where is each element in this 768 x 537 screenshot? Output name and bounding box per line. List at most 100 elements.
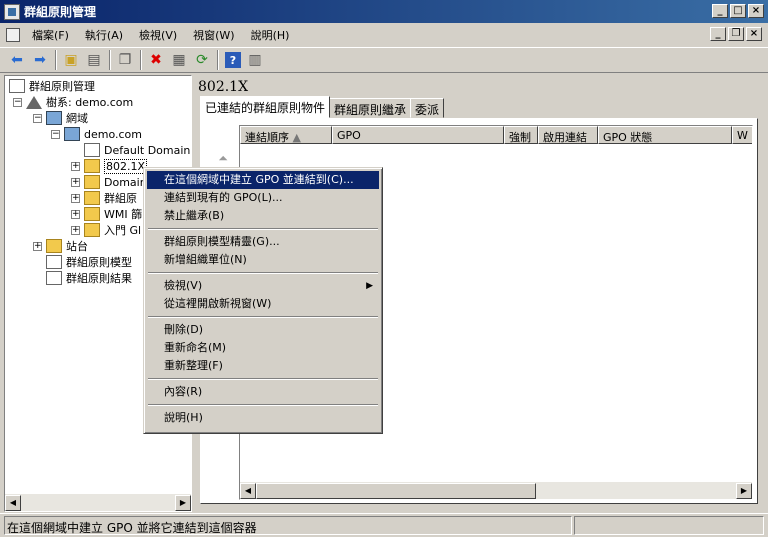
close-button[interactable]: × — [748, 4, 764, 18]
menu-modeling-wizard[interactable]: 群組原則模型精靈(G)... — [147, 233, 379, 251]
tree-node-wmi[interactable]: + WMI 篩 — [71, 206, 142, 222]
console-tree-icon[interactable]: ▤ — [83, 49, 105, 71]
tree-label: demo.com — [84, 127, 142, 141]
mdi-minimize-button[interactable]: _ — [710, 27, 726, 41]
tree-node-domains[interactable]: − 網域 — [33, 110, 88, 126]
tab-inheritance[interactable]: 群組原則繼承 — [329, 98, 412, 118]
tree-node-gpo-objects[interactable]: + 群組原 — [71, 190, 137, 206]
scroll-right-icon[interactable]: ▶ — [175, 494, 191, 511]
menu-file[interactable]: 檔案(F) — [24, 25, 77, 45]
context-menu: 在這個網域中建立 GPO 並連結到(C)... 連結到現有的 GPO(L)...… — [143, 167, 383, 434]
results-icon — [46, 271, 62, 285]
tree-node-8021x[interactable]: + 802.1X — [71, 158, 148, 174]
tree-label: 802.1X — [104, 158, 148, 174]
menu-window[interactable]: 視窗(W) — [185, 25, 242, 45]
menu-link-existing-gpo[interactable]: 連結到現有的 GPO(L)... — [147, 189, 379, 207]
tree-label: 群組原則結果 — [66, 272, 132, 285]
properties-icon[interactable]: ▦ — [168, 49, 190, 71]
menu-new-ou[interactable]: 新增組織單位(N) — [147, 251, 379, 269]
menu-separator — [148, 272, 378, 274]
starter-folder-icon — [84, 223, 100, 237]
menu-action[interactable]: 執行(A) — [77, 25, 131, 45]
menu-refresh[interactable]: 重新整理(F) — [147, 357, 379, 375]
scroll-right-icon[interactable]: ▶ — [736, 482, 752, 499]
gpmc-app-icon — [4, 3, 20, 20]
menu-separator — [148, 404, 378, 406]
ou-folder-icon — [84, 159, 100, 173]
tree-node-starter[interactable]: + 入門 Gl — [71, 222, 141, 238]
col-enforced[interactable]: 強制 — [504, 126, 538, 144]
tree-label: 群組原則管理 — [29, 80, 95, 93]
scroll-left-icon[interactable]: ◀ — [5, 494, 21, 511]
tree-node-domain-controllers[interactable]: + Domain — [71, 174, 147, 190]
console-icon — [6, 27, 20, 42]
ou-folder-icon — [84, 175, 100, 189]
menu-help[interactable]: 說明(H) — [147, 409, 379, 427]
scroll-thumb[interactable] — [256, 482, 536, 499]
tree-node-domain[interactable]: − demo.com — [51, 126, 142, 142]
wmi-folder-icon — [84, 207, 100, 221]
menu-delete[interactable]: 刪除(D) — [147, 321, 379, 339]
move-up-icon[interactable]: ⏶ — [213, 151, 233, 165]
back-arrow-icon[interactable]: ⬅ — [6, 49, 28, 71]
copy-icon[interactable]: ❐ — [114, 49, 136, 71]
view-icon[interactable]: ▥ — [244, 49, 266, 71]
up-folder-icon[interactable]: ▣ — [60, 49, 82, 71]
tree-label: 入門 Gl — [104, 224, 142, 237]
tree-node-root[interactable]: 群組原則管理 — [9, 78, 95, 94]
tree-node-sites[interactable]: + 站台 — [33, 238, 88, 254]
menu-block-inheritance[interactable]: 禁止繼承(B) — [147, 207, 379, 225]
collapse-icon[interactable]: − — [51, 129, 60, 139]
status-panel — [574, 516, 764, 535]
expand-icon[interactable]: + — [71, 225, 80, 235]
expand-icon[interactable]: + — [71, 209, 80, 219]
maximize-button[interactable]: □ — [730, 4, 746, 18]
menu-properties[interactable]: 內容(R) — [147, 383, 379, 401]
col-link-enabled[interactable]: 啟用連結 — [538, 126, 598, 144]
col-gpo[interactable]: GPO — [332, 126, 504, 144]
delete-icon[interactable]: ✖ — [145, 49, 167, 71]
tab-delegation[interactable]: 委派 — [410, 98, 445, 118]
expand-icon[interactable]: + — [71, 177, 80, 187]
col-link-order[interactable]: 連結順序 ▲ — [240, 126, 332, 144]
expand-icon[interactable]: + — [33, 241, 42, 251]
tree-label: 群組原 — [104, 192, 137, 205]
expand-icon[interactable]: + — [71, 193, 80, 203]
mdi-close-button[interactable]: × — [746, 27, 762, 41]
tree-node-default-policy[interactable]: Default Domain P — [84, 142, 191, 158]
menu-view[interactable]: 檢視(V) ▶ — [147, 277, 379, 295]
col-wmi[interactable]: W — [732, 126, 752, 144]
menu-view[interactable]: 檢視(V) — [131, 25, 185, 45]
details-title: 802.1X — [198, 79, 249, 95]
collapse-icon[interactable]: − — [13, 97, 22, 107]
tree-label: 網域 — [66, 112, 88, 125]
tree-node-modeling[interactable]: 群組原則模型 — [46, 254, 132, 270]
tree-label: Domain — [104, 175, 147, 189]
tree-label: 站台 — [66, 240, 88, 253]
tree-label: WMI 篩 — [104, 208, 143, 221]
list-horizontal-scrollbar[interactable]: ◀ ▶ — [240, 482, 752, 499]
menu-new-window[interactable]: 從這裡開啟新視窗(W) — [147, 295, 379, 313]
tree-node-forest[interactable]: − 樹系: demo.com — [13, 94, 133, 110]
scroll-left-icon[interactable]: ◀ — [240, 482, 256, 499]
menu-help[interactable]: 說明(H) — [243, 25, 298, 45]
list-header: 連結順序 ▲ GPO 強制 啟用連結 GPO 狀態 W — [240, 126, 752, 144]
gpmc-root-icon — [9, 79, 25, 93]
collapse-icon[interactable]: − — [33, 113, 42, 123]
refresh-icon[interactable]: ⟳ — [191, 49, 213, 71]
expand-icon[interactable]: + — [71, 161, 80, 171]
tree-node-results[interactable]: 群組原則結果 — [46, 270, 132, 286]
col-gpo-status[interactable]: GPO 狀態 — [598, 126, 732, 144]
forward-arrow-icon[interactable]: ➡ — [29, 49, 51, 71]
window-title: 群組原則管理 — [24, 5, 97, 19]
tab-linked-gpos[interactable]: 已連結的群組原則物件 — [200, 96, 331, 118]
help-icon[interactable]: ? — [225, 52, 241, 68]
domains-icon — [46, 111, 62, 125]
main-window: 群組原則管理 _ □ × 檔案(F) 執行(A) 檢視(V) 視窗(W) 說明(… — [0, 0, 768, 537]
submenu-arrow-icon: ▶ — [366, 281, 373, 291]
menu-rename[interactable]: 重新命名(M) — [147, 339, 379, 357]
minimize-button[interactable]: _ — [712, 4, 728, 18]
tree-horizontal-scrollbar[interactable]: ◀ ▶ — [5, 494, 191, 511]
mdi-restore-button[interactable]: ❐ — [728, 27, 744, 41]
menu-create-gpo-link[interactable]: 在這個網域中建立 GPO 並連結到(C)... — [147, 171, 379, 189]
